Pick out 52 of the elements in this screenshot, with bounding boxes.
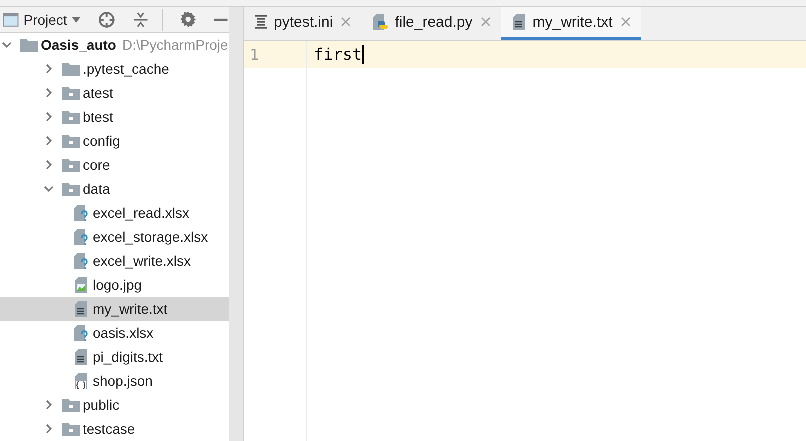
unknown-file-icon bbox=[72, 228, 90, 246]
text-file-icon bbox=[510, 13, 527, 31]
code-line: first bbox=[314, 45, 362, 64]
tree-item[interactable]: pi_digits.txt bbox=[93, 349, 164, 365]
tree-item[interactable]: data bbox=[83, 181, 110, 197]
json-file-icon bbox=[72, 372, 90, 390]
collapse-icon[interactable] bbox=[132, 12, 149, 28]
lines-icon bbox=[254, 15, 268, 29]
crosshair-icon[interactable] bbox=[98, 10, 116, 28]
editor-tab[interactable]: file_read.py bbox=[361, 7, 501, 40]
unknown-file-icon bbox=[72, 252, 90, 270]
close-icon[interactable] bbox=[620, 17, 631, 27]
text-caret bbox=[362, 45, 364, 64]
line-number: 1 bbox=[249, 46, 260, 64]
tree-item[interactable]: .pytest_cache bbox=[83, 61, 170, 77]
folder-icon bbox=[62, 422, 80, 436]
tree-item[interactable]: Oasis_auto bbox=[41, 37, 116, 53]
tree-item[interactable]: btest bbox=[83, 109, 114, 125]
project-window-icon[interactable] bbox=[3, 12, 19, 26]
tree-item[interactable]: core bbox=[83, 157, 110, 173]
unknown-file-icon bbox=[72, 204, 90, 222]
tree-item[interactable]: excel_write.xlsx bbox=[93, 253, 192, 269]
editor-tab[interactable]: pytest.ini bbox=[244, 7, 362, 40]
settings-icon[interactable] bbox=[180, 11, 196, 28]
folder-icon bbox=[62, 182, 80, 196]
tree-item[interactable]: public bbox=[83, 397, 120, 413]
tree-item[interactable]: testcase bbox=[83, 421, 136, 437]
folder-icon bbox=[62, 398, 80, 412]
tree-item[interactable]: shop.json bbox=[93, 373, 153, 389]
project-view-dropdown[interactable]: Project bbox=[24, 12, 68, 28]
tree-item[interactable]: excel_read.xlsx bbox=[93, 205, 190, 221]
close-icon[interactable] bbox=[341, 17, 352, 27]
tree-item[interactable]: logo.jpg bbox=[93, 277, 142, 293]
folder-icon bbox=[62, 134, 80, 148]
unknown-file-icon bbox=[72, 324, 90, 342]
tree-item[interactable]: atest bbox=[83, 85, 114, 101]
editor-tab[interactable]: my_write.txt bbox=[500, 7, 641, 40]
text-file-icon bbox=[72, 348, 90, 366]
tree-item[interactable]: oasis.xlsx bbox=[93, 325, 154, 341]
image-file-icon bbox=[72, 276, 90, 294]
folder-icon bbox=[62, 86, 80, 100]
folder-icon bbox=[62, 62, 80, 76]
text-file-icon bbox=[72, 300, 90, 318]
folder-icon bbox=[62, 110, 80, 124]
tree-item[interactable]: excel_storage.xlsx bbox=[93, 229, 208, 245]
caret-icon[interactable] bbox=[72, 16, 82, 22]
close-icon[interactable] bbox=[480, 17, 491, 27]
tree-item[interactable]: config bbox=[83, 133, 120, 149]
folder-icon bbox=[20, 38, 38, 52]
python-file-icon bbox=[371, 13, 390, 31]
folder-icon bbox=[62, 158, 80, 172]
project-path: D:\PycharmProje bbox=[122, 37, 228, 53]
